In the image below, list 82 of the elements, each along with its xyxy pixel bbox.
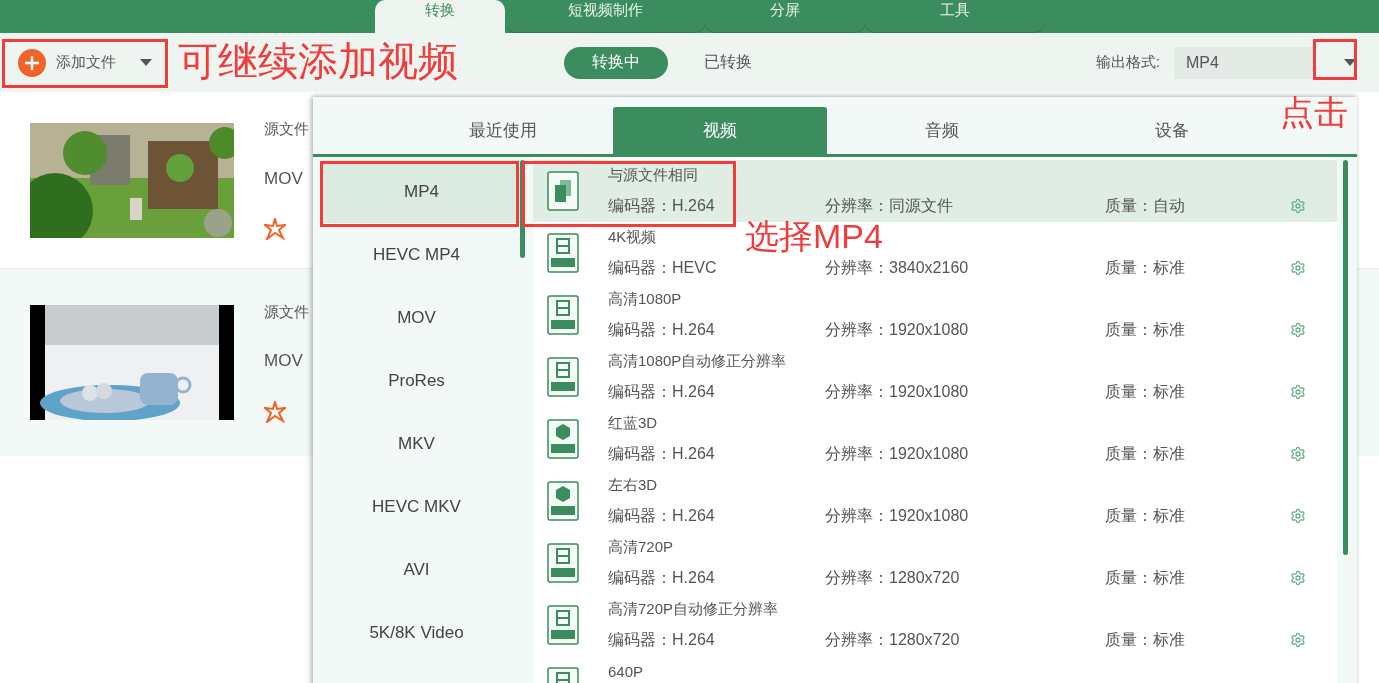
preset-name: 与源文件相同 bbox=[608, 165, 698, 185]
annotation-text: 选择MP4 bbox=[745, 219, 883, 253]
resolution-text: 分辨率：1920x1080 bbox=[825, 381, 969, 402]
quality-text: 质量：标准 bbox=[1105, 443, 1185, 464]
format-category[interactable]: MP4 bbox=[323, 160, 520, 223]
add-file-button[interactable]: 添加文件 bbox=[8, 43, 160, 82]
settings-icon[interactable] bbox=[1290, 446, 1306, 462]
quality-text: 质量：标准 bbox=[1105, 257, 1185, 278]
annotation-text: 点击 bbox=[1280, 95, 1348, 129]
quality-text: 质量：自动 bbox=[1105, 195, 1185, 216]
format-tab[interactable]: 最近使用 bbox=[393, 107, 613, 154]
resolution-text: 分辨率：1920x1080 bbox=[825, 505, 969, 526]
output-format-label: 输出格式: bbox=[1095, 53, 1160, 72]
settings-icon[interactable] bbox=[1290, 198, 1306, 214]
top-tab[interactable]: 短视频制作 bbox=[505, 0, 705, 33]
top-tab[interactable]: 工具 bbox=[865, 0, 1045, 33]
top-tab[interactable]: 分屏 bbox=[705, 0, 865, 33]
status-tab[interactable]: 转换中 bbox=[564, 46, 668, 79]
format-tab[interactable]: 音频 bbox=[827, 107, 1057, 154]
caret-icon bbox=[1344, 58, 1356, 67]
format-category[interactable]: AVI bbox=[313, 538, 520, 601]
format-category[interactable]: ProRes bbox=[313, 349, 520, 412]
resolution-text: 分辨率：1280x720 bbox=[825, 567, 960, 588]
video-file-icon bbox=[547, 233, 579, 273]
burst-icon[interactable] bbox=[264, 400, 286, 423]
encoder-text: 编码器：H.264 bbox=[608, 195, 715, 216]
encoder-text: 编码器：HEVC bbox=[608, 257, 717, 278]
preset-name: 左右3D bbox=[608, 475, 658, 495]
quality-text: 质量：标准 bbox=[1105, 629, 1185, 650]
video-file-icon bbox=[547, 543, 579, 583]
source-file-label: 源文件 bbox=[264, 302, 309, 322]
format-category[interactable]: MOV bbox=[313, 286, 520, 349]
highlight-frame bbox=[1313, 39, 1357, 80]
source-file-label: 源文件 bbox=[264, 120, 309, 139]
status-tab[interactable]: 已转换 bbox=[694, 46, 762, 79]
cube-file-icon bbox=[547, 419, 579, 459]
resolution-text: 分辨率：3840x2160 bbox=[825, 257, 969, 278]
preset-name: 高清1080P自动修正分辨率 bbox=[608, 351, 787, 371]
plus-icon bbox=[18, 48, 46, 77]
resolution-text: 分辨率：1280x720 bbox=[825, 629, 960, 650]
encoder-text: 编码器：H.264 bbox=[608, 505, 715, 526]
encoder-text: 编码器：H.264 bbox=[608, 381, 715, 402]
format-category[interactable]: MKV bbox=[313, 412, 520, 475]
quality-text: 质量：标准 bbox=[1105, 319, 1185, 340]
resolution-text: 分辨率：1920x1080 bbox=[825, 443, 969, 464]
resolution-text: 分辨率：1920x1080 bbox=[825, 319, 969, 340]
settings-icon[interactable] bbox=[1290, 260, 1306, 276]
top-tab[interactable]: 转换 bbox=[375, 0, 505, 33]
quality-text: 质量：标准 bbox=[1105, 505, 1185, 526]
file-format: MOV bbox=[264, 168, 304, 189]
preset-name: 红蓝3D bbox=[608, 413, 658, 433]
encoder-text: 编码器：H.264 bbox=[608, 443, 715, 464]
caret-icon bbox=[140, 58, 152, 67]
file-format: MOV bbox=[264, 351, 304, 371]
video-file-icon bbox=[547, 357, 579, 397]
preset-name: 640P bbox=[608, 662, 644, 680]
preset-name: 4K视频 bbox=[608, 227, 657, 247]
settings-icon[interactable] bbox=[1290, 570, 1306, 586]
burst-icon[interactable] bbox=[264, 218, 286, 240]
preset-name: 高清720P自动修正分辨率 bbox=[608, 599, 779, 619]
resolution-text: 分辨率：同源文件 bbox=[825, 195, 953, 216]
settings-icon[interactable] bbox=[1290, 384, 1306, 400]
format-category[interactable]: HEVC MP4 bbox=[313, 223, 520, 286]
video-file-icon bbox=[547, 605, 579, 645]
output-format-field[interactable]: MP4 bbox=[1174, 46, 1314, 79]
settings-icon[interactable] bbox=[1290, 508, 1306, 524]
format-category[interactable]: HEVC MKV bbox=[313, 475, 520, 538]
quality-text: 质量：标准 bbox=[1105, 381, 1185, 402]
format-category[interactable]: 5K/8K Video bbox=[313, 601, 520, 664]
settings-icon[interactable] bbox=[1290, 632, 1306, 648]
preset-name: 高清1080P bbox=[608, 289, 682, 309]
settings-icon[interactable] bbox=[1290, 322, 1306, 338]
encoder-text: 编码器：H.264 bbox=[608, 567, 715, 588]
preset-name: 高清720P bbox=[608, 537, 674, 557]
annotation-text: 可继续添加视频 bbox=[178, 41, 458, 81]
quality-text: 质量：标准 bbox=[1105, 567, 1185, 588]
encoder-text: 编码器：H.264 bbox=[608, 319, 715, 340]
format-tab[interactable]: 视频 bbox=[613, 107, 827, 154]
encoder-text: 编码器：H.264 bbox=[608, 629, 715, 650]
copy-icon bbox=[547, 171, 579, 211]
cube-file-icon bbox=[547, 481, 579, 521]
video-file-icon bbox=[547, 295, 579, 335]
